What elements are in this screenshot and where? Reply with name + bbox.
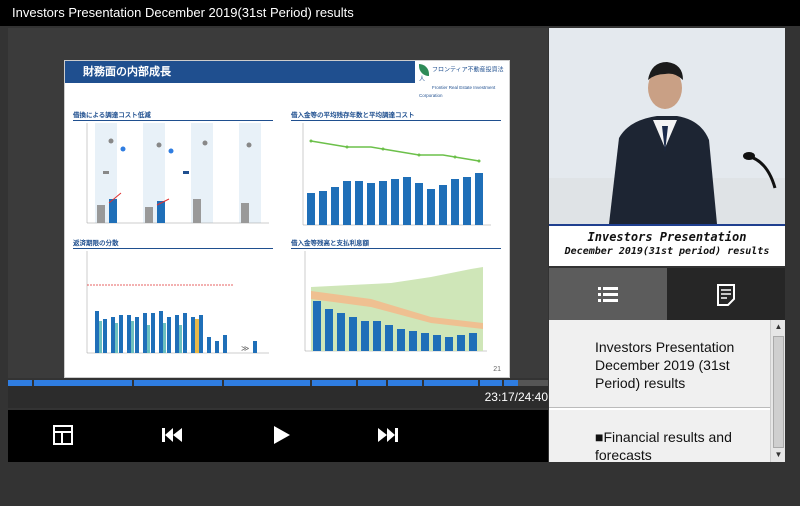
refinancing-chart <box>86 123 269 224</box>
list-item-label: ■Financial results and forecasts <box>595 429 732 462</box>
skip-back-icon[interactable] <box>160 424 184 448</box>
slide-header: 財務面の内部成長 フロンティア不動産投資法人 Frontier Real Est… <box>65 61 509 98</box>
layout-icon[interactable] <box>52 424 76 448</box>
list-icon <box>598 287 618 302</box>
logo-text-en: Frontier Real Estate Investment Corporat… <box>419 85 496 98</box>
list-item[interactable]: ■Financial results and forecasts <box>549 410 771 462</box>
presentation-slide: 財務面の内部成長 フロンティア不動産投資法人 Frontier Real Est… <box>64 60 510 378</box>
document-icon <box>717 284 735 306</box>
list-item[interactable]: Investors Presentation December 2019 (31… <box>549 320 771 408</box>
scroll-down-icon[interactable]: ▼ <box>771 448 786 462</box>
caption-line-1: Investors Presentation <box>587 230 747 244</box>
time-bar: 23:17/24:40 <box>8 386 548 408</box>
tab-documents[interactable] <box>667 268 785 320</box>
skip-forward-icon[interactable] <box>376 424 400 448</box>
slide-stage: 財務面の内部成長 フロンティア不動産投資法人 Frontier Real Est… <box>8 28 548 378</box>
scroll-up-icon[interactable]: ▲ <box>771 320 786 334</box>
panel-avg-duration-cost: 借入金等の平均残存年数と平均調達コスト <box>291 109 501 229</box>
window-title: Investors Presentation December 2019(31s… <box>0 0 800 26</box>
tab-chapter-list[interactable] <box>549 268 667 320</box>
borrowings-interest-chart <box>304 251 487 352</box>
slide-title: 財務面の内部成長 <box>65 61 415 83</box>
company-logo: フロンティア不動産投資法人 Frontier Real Estate Inves… <box>419 64 509 98</box>
speaker-video[interactable]: Investors Presentation December 2019(31s… <box>549 28 785 266</box>
panel-refinancing-cost: 借換による調達コスト低減 <box>73 109 273 229</box>
leaf-logo-icon <box>419 64 429 76</box>
scroll-thumb[interactable] <box>773 336 784 448</box>
sidebar-tabs <box>549 268 785 320</box>
play-icon[interactable] <box>270 424 294 448</box>
logo-text-jp: フロンティア不動産投資法人 <box>419 67 504 83</box>
time-display: 23:17/24:40 <box>484 390 548 404</box>
panel-borrowings-interest: 借入金等残高と支払利息額 <box>291 237 501 369</box>
list-scrollbar[interactable]: ▲ ▼ <box>770 320 785 462</box>
repayment-chart: ≫ <box>86 251 269 354</box>
video-caption: Investors Presentation December 2019(31s… <box>549 224 785 266</box>
speaker-figure <box>549 28 785 224</box>
caption-line-2: December 2019(31st period) results <box>564 246 770 257</box>
duration-cost-chart <box>302 123 491 226</box>
player-controls <box>8 410 548 462</box>
panel-repayment-distribution: 返済期限の分散 ≫ <box>73 237 273 369</box>
svg-text:≫: ≫ <box>241 344 249 353</box>
chapter-list: Investors Presentation December 2019 (31… <box>549 320 785 462</box>
list-item-label: Investors Presentation December 2019 (31… <box>595 339 735 391</box>
slide-page-number: 21 <box>493 366 501 373</box>
